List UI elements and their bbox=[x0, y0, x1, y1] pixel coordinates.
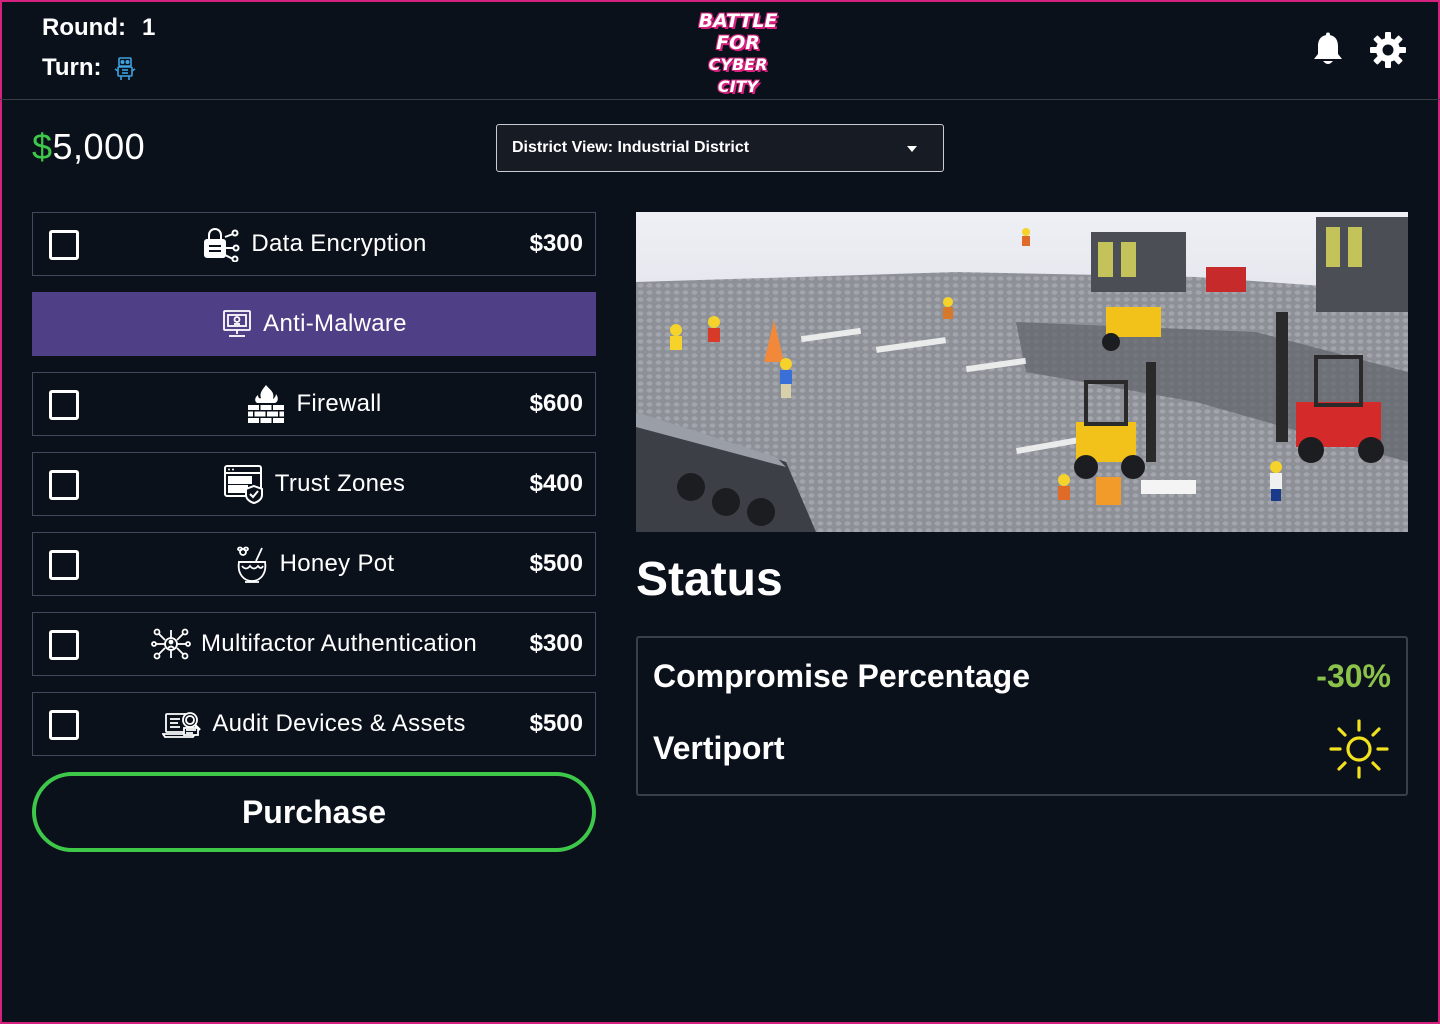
item-price: $300 bbox=[529, 630, 583, 657]
item-trust-zones[interactable]: Trust Zones $400 bbox=[32, 452, 596, 516]
turn-indicator: Turn: bbox=[42, 54, 138, 82]
status-heading: Status bbox=[636, 553, 783, 606]
item-audit-devices-assets[interactable]: Audit Devices & Assets $500 bbox=[32, 692, 596, 756]
anti-malware-monitor-icon bbox=[223, 310, 252, 337]
item-label: Multifactor Authentication bbox=[201, 630, 477, 657]
turn-label: Turn: bbox=[42, 54, 102, 81]
vertiport-label: Vertiport bbox=[653, 730, 785, 766]
item-data-encryption[interactable]: Data Encryption $300 bbox=[32, 212, 596, 276]
budget-amount: 5,000 bbox=[52, 126, 146, 167]
compromise-percentage-label: Compromise Percentage bbox=[653, 658, 1031, 694]
gear-icon[interactable] bbox=[1369, 31, 1407, 69]
item-anti-malware[interactable]: Anti-Malware bbox=[32, 292, 596, 356]
item-label: Audit Devices & Assets bbox=[212, 710, 466, 737]
chevron-down-icon bbox=[907, 146, 917, 152]
logo-line-3: CYBER CITY bbox=[708, 55, 768, 96]
item-label: Trust Zones bbox=[274, 470, 406, 497]
robot-icon bbox=[114, 57, 135, 80]
currency-symbol: $ bbox=[32, 126, 53, 167]
item-price: $500 bbox=[529, 710, 583, 737]
logo-line-1: BATTLE bbox=[698, 10, 778, 32]
item-label: Data Encryption bbox=[251, 230, 427, 257]
item-multifactor-authentication[interactable]: Multifactor Authentication $300 bbox=[32, 612, 596, 676]
sun-icon bbox=[1329, 719, 1389, 779]
status-panel: Compromise Percentage -30% Vertiport bbox=[636, 636, 1408, 796]
audit-devices-icon bbox=[162, 712, 202, 738]
purchase-button[interactable]: Purchase bbox=[32, 772, 596, 852]
battle-for-cyber-city-logo: BATTLE FOR CYBER CITY bbox=[694, 10, 782, 96]
round-label: Round: bbox=[42, 14, 126, 41]
item-label: Anti-Malware bbox=[263, 310, 407, 337]
item-label: Firewall bbox=[296, 390, 382, 417]
district-select-value: District View: Industrial District bbox=[512, 139, 750, 156]
top-bar: Round: 1 Turn: BATTLE FOR CYBER CITY bbox=[0, 0, 1440, 100]
item-price: $500 bbox=[529, 550, 583, 577]
compromise-percentage-value: -30% bbox=[1316, 658, 1391, 694]
budget-display: $5,000 bbox=[32, 126, 145, 168]
round-indicator: Round: 1 bbox=[42, 14, 155, 42]
round-value: 1 bbox=[141, 14, 156, 41]
district-scene-image bbox=[636, 212, 1408, 532]
firewall-icon bbox=[248, 385, 285, 423]
trust-zones-icon bbox=[223, 465, 263, 504]
encryption-lock-icon bbox=[204, 228, 240, 262]
item-price: $600 bbox=[529, 390, 583, 417]
bell-icon[interactable] bbox=[1311, 32, 1345, 68]
item-price: $400 bbox=[529, 470, 583, 497]
item-label: Honey Pot bbox=[279, 550, 395, 577]
district-view-select[interactable]: District View: Industrial District bbox=[496, 124, 944, 172]
honey-pot-icon bbox=[236, 546, 266, 583]
logo-line-2: FOR bbox=[716, 32, 760, 54]
item-firewall[interactable]: Firewall $600 bbox=[32, 372, 596, 436]
item-honey-pot[interactable]: Honey Pot $500 bbox=[32, 532, 596, 596]
mfa-network-icon bbox=[151, 628, 191, 660]
item-price: $300 bbox=[529, 230, 583, 257]
